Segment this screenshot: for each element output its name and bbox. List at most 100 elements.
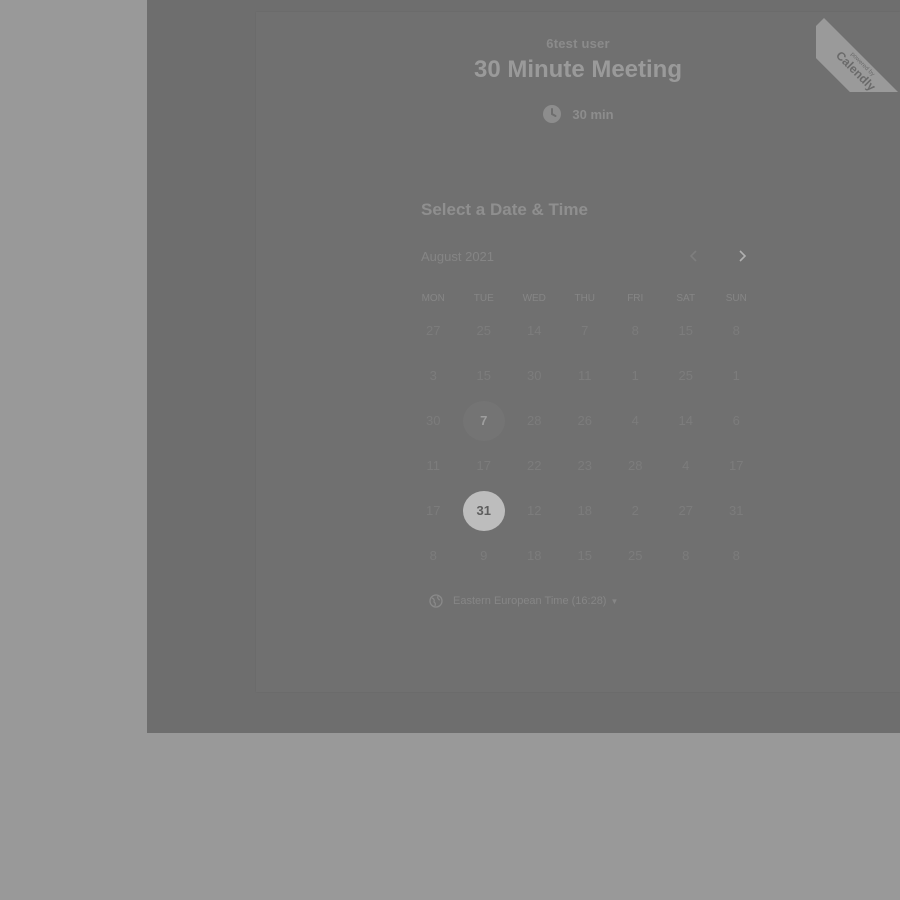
day-number: 27 xyxy=(426,323,441,338)
weekday-label: WED xyxy=(522,293,546,304)
day-cell[interactable]: 31 xyxy=(459,488,510,533)
day-cell: 18 xyxy=(509,533,560,578)
day-number: 7 xyxy=(581,323,589,338)
duration-row: 30 min xyxy=(256,104,900,124)
host-name: 6test user xyxy=(546,36,610,51)
day-cell: 11 xyxy=(560,353,611,398)
day-cell: 31 xyxy=(711,488,762,533)
day-number: 8 xyxy=(682,548,690,563)
day-cell: 17 xyxy=(459,443,510,488)
weekday-label: SAT xyxy=(676,293,696,304)
day-cell: 30 xyxy=(408,398,459,443)
day-number: 15 xyxy=(476,368,491,383)
day-number: 31 xyxy=(729,503,744,518)
day-number: 12 xyxy=(527,503,542,518)
calendar-grid: 27 25 14 7 8 15 8 3 15 30 11 1 25 1 30 7 28 26 4 14 6 11 17 22 2… xyxy=(408,308,762,578)
day-cell: 1 xyxy=(711,353,762,398)
day-number[interactable]: 31 xyxy=(462,490,505,531)
day-number: 28 xyxy=(628,458,643,473)
day-cell: 25 xyxy=(610,533,661,578)
prev-month-button[interactable] xyxy=(684,246,704,266)
day-number: 8 xyxy=(732,323,740,338)
chevron-left-icon xyxy=(689,250,697,262)
day-number: 6 xyxy=(732,413,740,428)
next-month-button[interactable] xyxy=(732,246,752,266)
day-number: 15 xyxy=(577,548,592,563)
day-cell: 17 xyxy=(408,488,459,533)
timezone-label: Eastern European Time (16:28) xyxy=(453,595,607,607)
day-number: 23 xyxy=(577,458,592,473)
day-cell: 28 xyxy=(610,443,661,488)
day-cell: 25 xyxy=(459,308,510,353)
duration-label: 30 min xyxy=(572,106,614,122)
day-cell: 22 xyxy=(509,443,560,488)
day-number: 14 xyxy=(678,413,693,428)
day-cell: 8 xyxy=(610,308,661,353)
globe-icon xyxy=(429,594,443,608)
day-number: 9 xyxy=(480,548,488,563)
day-number: 4 xyxy=(682,458,690,473)
day-number: 25 xyxy=(628,548,643,563)
weekday-label: TUE xyxy=(473,293,494,304)
day-cell: 12 xyxy=(509,488,560,533)
day-cell: 8 xyxy=(408,533,459,578)
day-cell: 6 xyxy=(711,398,762,443)
day-number[interactable]: 7 xyxy=(462,400,505,441)
day-cell: 1 xyxy=(610,353,661,398)
day-cell: 25 xyxy=(661,353,712,398)
day-number: 30 xyxy=(426,413,441,428)
weekday-label: MON xyxy=(421,293,445,304)
day-number: 17 xyxy=(426,503,441,518)
day-cell: 3 xyxy=(408,353,459,398)
chevron-right-icon xyxy=(739,250,747,262)
section-title: Select a Date & Time xyxy=(421,200,588,219)
weekday-label: SUN xyxy=(725,293,747,304)
day-number: 22 xyxy=(527,458,542,473)
day-number: 11 xyxy=(578,368,592,383)
day-number: 27 xyxy=(678,503,693,518)
month-label: August 2021 xyxy=(421,249,495,264)
day-cell: 27 xyxy=(661,488,712,533)
day-number: 25 xyxy=(678,368,693,383)
day-cell: 15 xyxy=(560,533,611,578)
day-number: 28 xyxy=(527,413,542,428)
day-number: 8 xyxy=(732,548,740,563)
timezone-selector[interactable]: Eastern European Time (16:28) ▼ xyxy=(429,594,618,608)
day-number: 18 xyxy=(577,503,592,518)
day-number: 17 xyxy=(729,458,744,473)
day-cell: 18 xyxy=(560,488,611,533)
day-cell: 4 xyxy=(661,443,712,488)
day-number: 8 xyxy=(429,548,437,563)
day-number: 3 xyxy=(429,368,437,383)
day-cell: 28 xyxy=(509,398,560,443)
day-number: 11 xyxy=(426,458,441,473)
day-cell: 15 xyxy=(661,308,712,353)
day-cell: 7 xyxy=(560,308,611,353)
day-number: 14 xyxy=(527,323,542,338)
day-cell: 2 xyxy=(610,488,661,533)
day-number: 1 xyxy=(732,368,740,383)
day-cell: 30 xyxy=(509,353,560,398)
day-cell: 15 xyxy=(459,353,510,398)
day-cell: 11 xyxy=(408,443,459,488)
clock-icon xyxy=(543,105,562,123)
day-number: 4 xyxy=(631,413,639,428)
day-cell: 27 xyxy=(408,308,459,353)
day-number: 8 xyxy=(631,323,639,338)
day-cell: 14 xyxy=(509,308,560,353)
day-number: 15 xyxy=(678,323,693,338)
day-number: 17 xyxy=(476,458,491,473)
day-cell: 8 xyxy=(711,533,762,578)
day-cell[interactable]: 7 xyxy=(459,398,510,443)
event-title: 30 Minute Meeting xyxy=(473,56,683,83)
day-cell: 23 xyxy=(560,443,611,488)
day-number: 30 xyxy=(527,368,542,383)
day-number: 25 xyxy=(476,323,491,338)
day-number: 1 xyxy=(631,368,639,383)
day-cell: 14 xyxy=(661,398,712,443)
day-cell: 4 xyxy=(610,398,661,443)
day-number: 18 xyxy=(527,548,542,563)
weekday-label: THU xyxy=(574,293,596,304)
weekday-header: MON TUE WED THU FRI SAT SUN xyxy=(408,293,762,304)
caret-down-icon: ▼ xyxy=(610,596,619,606)
